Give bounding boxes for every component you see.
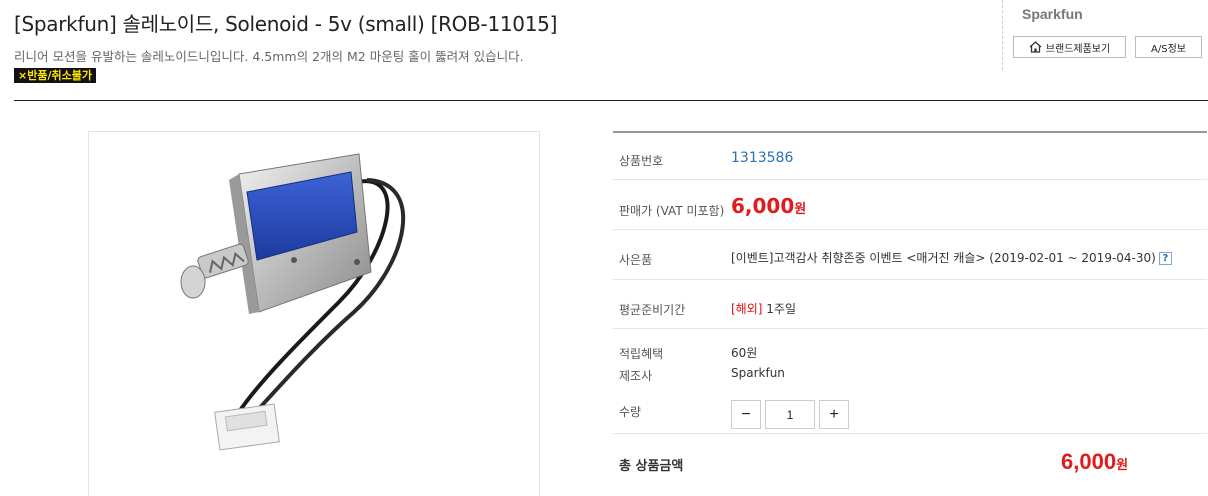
help-icon[interactable]: ? xyxy=(1158,252,1172,265)
lead-time-text: 1주일 xyxy=(766,302,796,316)
product-no-row: 상품번호 1313586 xyxy=(613,133,1207,180)
solenoid-image xyxy=(180,153,406,451)
total-label: 총 상품금액 xyxy=(619,459,684,474)
brand-products-label: 브랜드제품보기 xyxy=(1045,43,1111,55)
brand-name: Sparkfun xyxy=(1022,6,1083,22)
gift-row: 사은품 [이벤트]고객감사 취향존중 이벤트 <매거진 캐슬> (2019-02… xyxy=(613,230,1207,280)
gift-value: [이벤트]고객감사 취향존중 이벤트 <매거진 캐슬> (2019-02-01 … xyxy=(731,249,1172,266)
price-row: 판매가 (VAT 미포함) 6,000원 xyxy=(613,180,1207,230)
product-title: [Sparkfun] 솔레노이드, Solenoid - 5v (small) … xyxy=(14,12,558,36)
product-info-panel: 상품번호 1313586 판매가 (VAT 미포함) 6,000원 사은품 [이… xyxy=(613,131,1207,474)
lead-time-label: 평균준비기간 xyxy=(619,303,686,317)
qty-label: 수량 xyxy=(619,405,642,419)
product-subtitle: 리니어 모션을 유발하는 솔레노이드니입니다. 4.5mm의 2개의 M2 마운… xyxy=(14,49,524,64)
points-label: 적립혜택 xyxy=(619,347,664,361)
brand-divider xyxy=(1002,0,1003,70)
product-no-value: 1313586 xyxy=(731,150,794,166)
total-amount: 6,000 xyxy=(1061,449,1117,474)
gift-text: [이벤트]고객감사 취향존중 이벤트 <매거진 캐슬> (2019-02-01 … xyxy=(731,251,1156,265)
quantity-stepper: − + xyxy=(731,400,849,429)
total-unit: 원 xyxy=(1116,457,1129,472)
maker-value: Sparkfun xyxy=(731,366,785,380)
no-return-badge: ×반품/취소불가 xyxy=(14,68,96,83)
lead-time-value: [해외] 1주일 xyxy=(731,300,796,317)
lead-time-row: 평균준비기간 [해외] 1주일 xyxy=(613,280,1207,329)
overseas-tag: [해외] xyxy=(731,302,763,316)
qty-input[interactable] xyxy=(765,400,815,429)
price-unit: 원 xyxy=(794,202,807,217)
header-divider xyxy=(14,100,1208,101)
qty-plus-button[interactable]: + xyxy=(819,400,849,429)
maker-label: 제조사 xyxy=(619,369,653,383)
points-maker-qty-row: 적립혜택 60원 제조사 Sparkfun 수량 xyxy=(613,329,1207,434)
brand-products-button[interactable]: 브랜드제품보기 xyxy=(1013,36,1126,58)
qty-minus-button[interactable]: − xyxy=(731,400,761,429)
home-icon xyxy=(1029,41,1042,53)
price-value: 6,000원 xyxy=(731,194,806,218)
total-value: 6,000원 xyxy=(1061,449,1128,475)
as-info-button[interactable]: A/S정보 xyxy=(1135,36,1202,58)
product-image[interactable] xyxy=(88,131,540,496)
price-amount: 6,000 xyxy=(731,194,795,218)
price-label: 판매가 (VAT 미포함) xyxy=(619,204,725,218)
product-no-label: 상품번호 xyxy=(619,154,664,168)
gift-label: 사은품 xyxy=(619,253,653,267)
points-value: 60원 xyxy=(731,346,758,360)
